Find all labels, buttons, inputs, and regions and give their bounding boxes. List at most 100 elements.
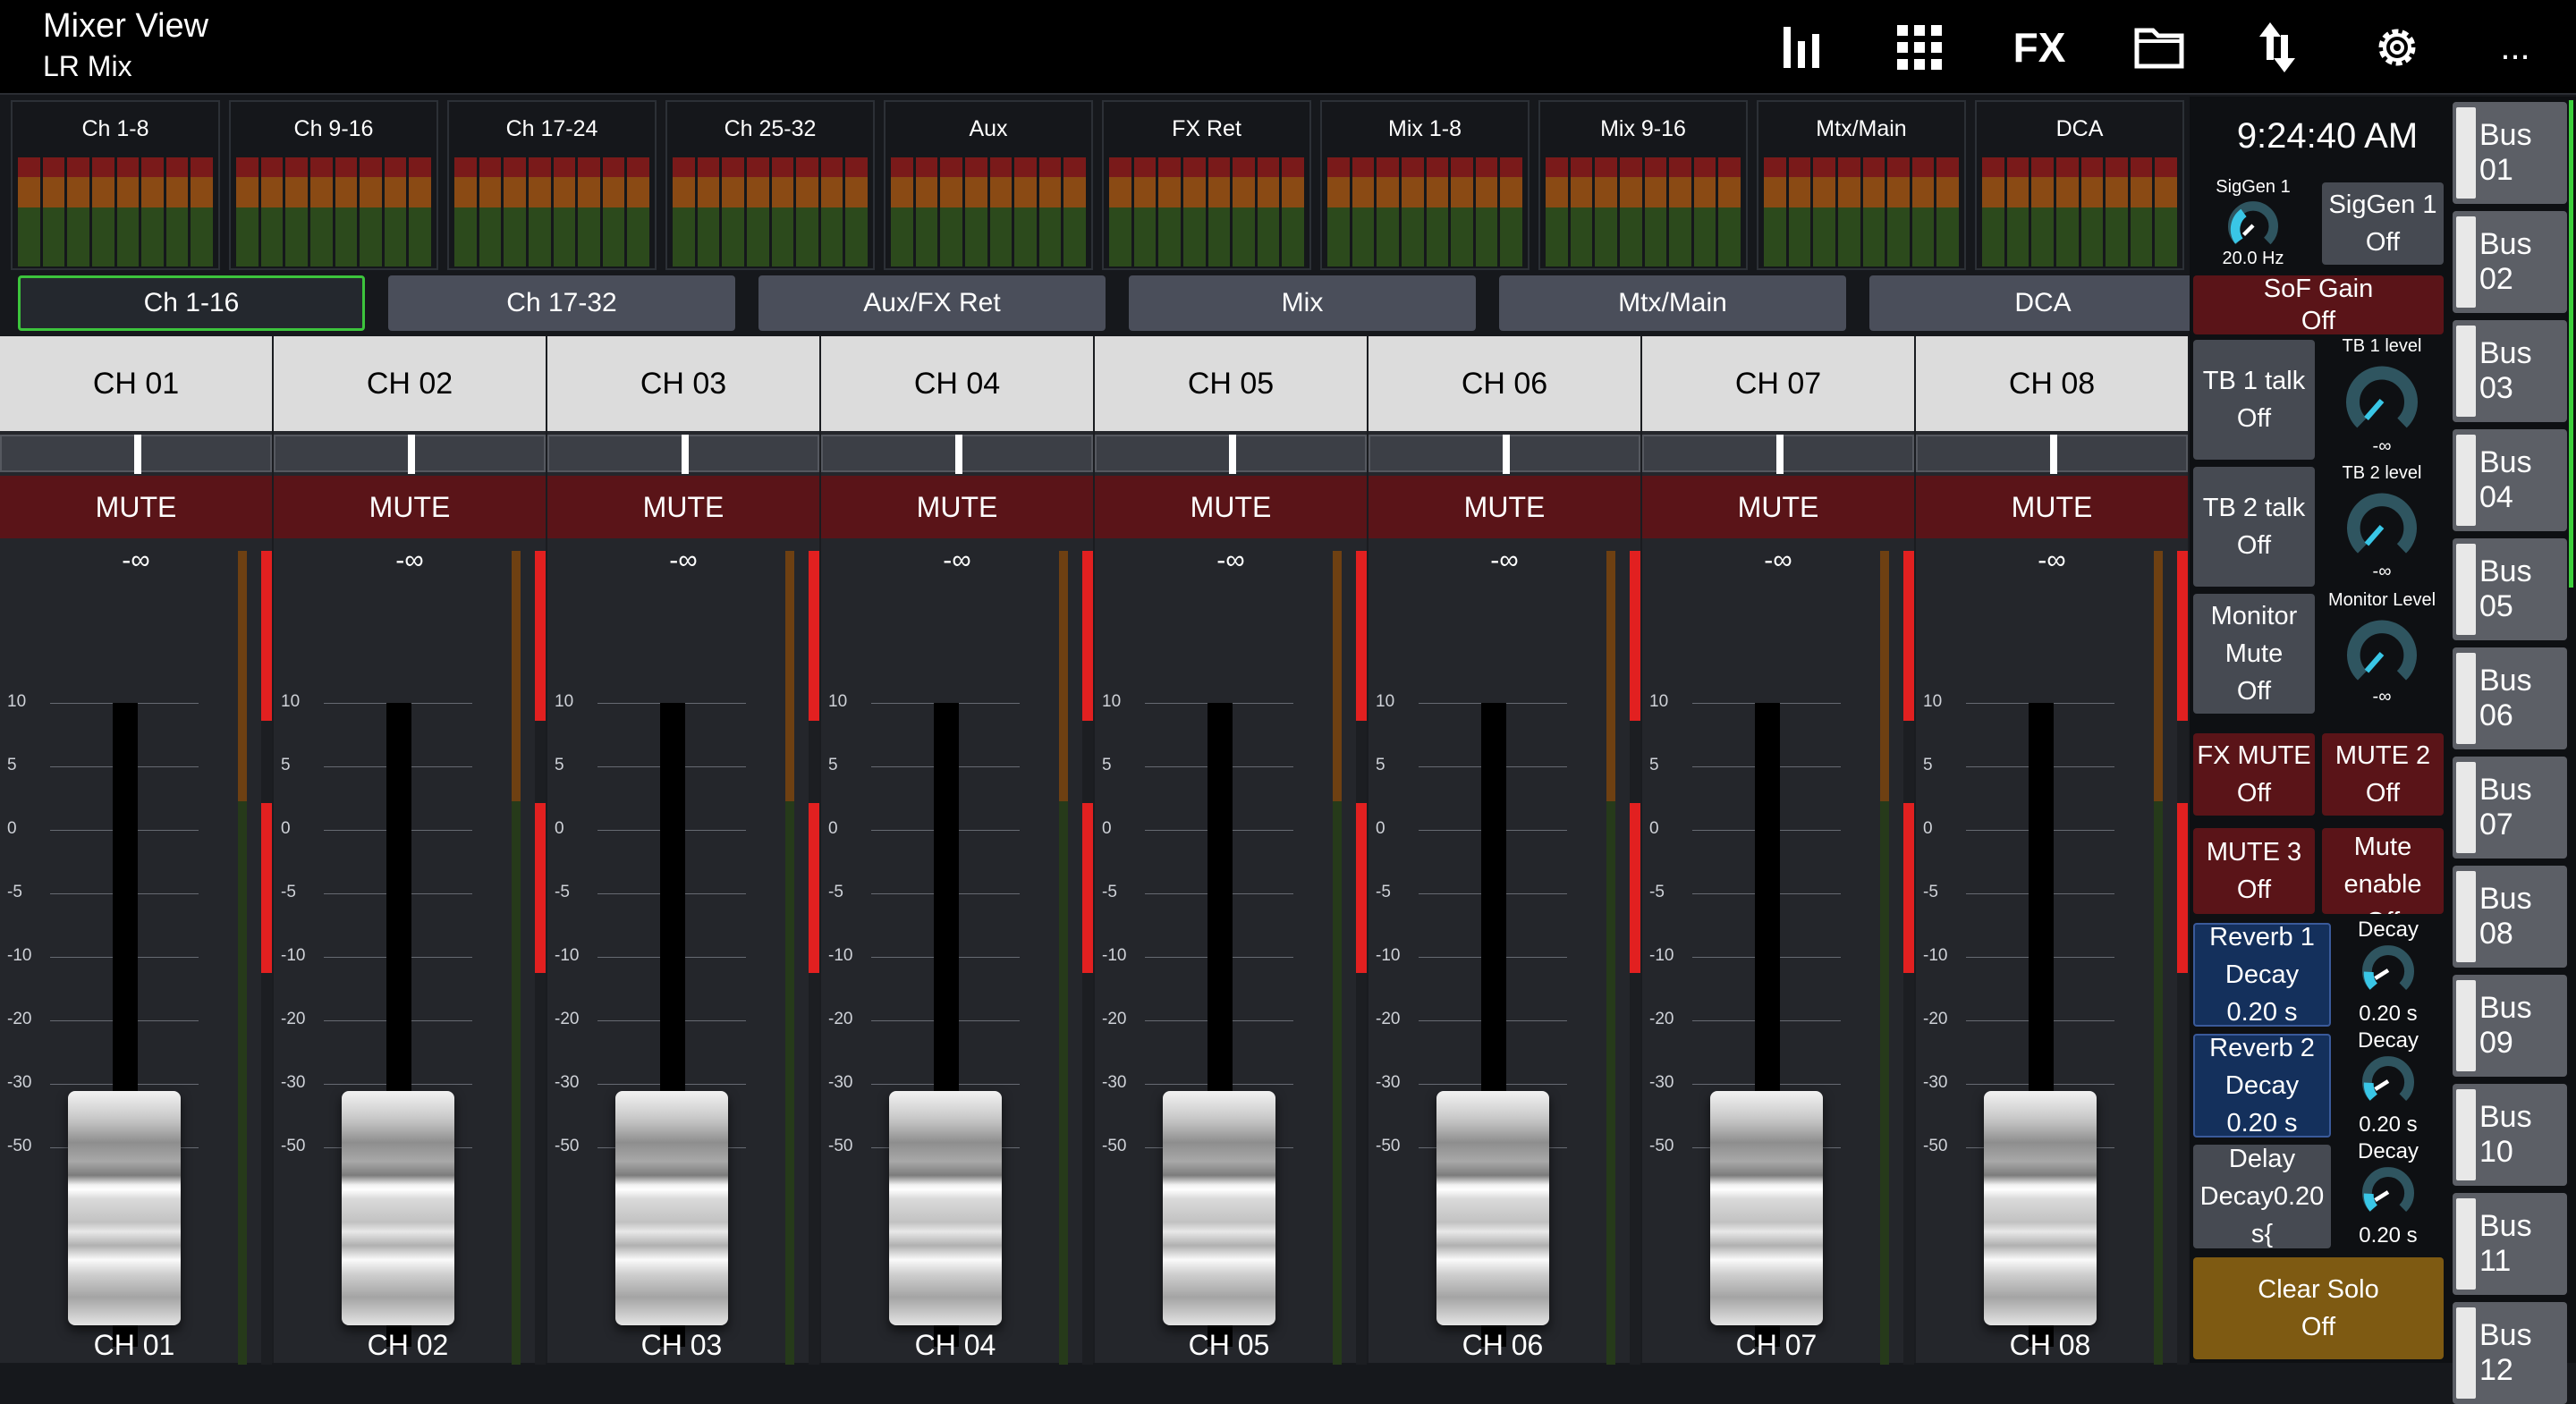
bus-button[interactable]: Bus 10	[2453, 1084, 2567, 1186]
bus-select-swatch	[2456, 107, 2476, 199]
reverb2-button[interactable]: Reverb 2 Decay 0.20 s	[2193, 1034, 2331, 1138]
group-tile-5[interactable]: FX Ret	[1102, 100, 1311, 270]
fader-knob[interactable]	[1436, 1091, 1549, 1325]
mute3-button[interactable]: MUTE 3 Off	[2193, 828, 2315, 914]
delay-button[interactable]: Delay Decay0.20 s{	[2193, 1145, 2331, 1248]
monitor-mute-button[interactable]: Monitor Mute Off	[2193, 594, 2315, 714]
bus-label: Bus 08	[2479, 882, 2532, 951]
channel-footer-label: CH 02	[367, 1329, 449, 1361]
group-meter-bar	[578, 157, 600, 266]
scale-tick: -30	[828, 1073, 853, 1092]
meter-segment	[2154, 551, 2163, 801]
siggen-button[interactable]: SigGen 1 Off	[2322, 182, 2444, 265]
group-tile-0[interactable]: Ch 1-8	[11, 100, 220, 270]
group-meter-bar	[1014, 157, 1037, 266]
peak-segment	[535, 803, 546, 973]
bus-button[interactable]: Bus 04	[2453, 429, 2567, 531]
fader-knob[interactable]	[1710, 1091, 1823, 1325]
group-tile-9[interactable]: DCA	[1975, 100, 2184, 270]
fx-button[interactable]: FX	[2004, 16, 2075, 79]
fader-knob[interactable]	[1163, 1091, 1275, 1325]
tab-0[interactable]: Ch 1-16	[18, 275, 365, 331]
group-tile-4[interactable]: Aux	[884, 100, 1093, 270]
bus-button[interactable]: Bus 05	[2453, 538, 2567, 640]
gear-icon[interactable]	[2361, 16, 2433, 79]
fader-knob[interactable]	[615, 1091, 728, 1325]
fader-knob[interactable]	[889, 1091, 1002, 1325]
clear-solo-button[interactable]: Clear Solo Off	[2193, 1257, 2444, 1359]
group-tile-7[interactable]: Mix 9-16	[1538, 100, 1748, 270]
group-tile-1[interactable]: Ch 9-16	[229, 100, 438, 270]
scale-tick: -50	[1102, 1137, 1127, 1155]
group-meter-bar	[1862, 157, 1885, 266]
mute2-button[interactable]: MUTE 2 Off	[2322, 733, 2444, 816]
mute-enable-button[interactable]: MuteenableOff	[2322, 828, 2444, 914]
group-meter-bar	[1500, 157, 1522, 266]
sof-gain-button[interactable]: SoF Gain Off	[2193, 275, 2444, 334]
scale-tick: 10	[281, 692, 301, 711]
bus-button[interactable]: Bus 07	[2453, 757, 2567, 858]
decay-knob-2-label: Decay	[2357, 1028, 2419, 1053]
bus-button[interactable]: Bus 11	[2453, 1193, 2567, 1295]
group-meter-bar	[236, 157, 258, 266]
folder-icon[interactable]	[2123, 16, 2195, 79]
decay-knob-2[interactable]	[2360, 1055, 2417, 1107]
bus-label: Bus 10	[2479, 1100, 2532, 1169]
group-meter-bar	[820, 157, 843, 266]
fader-knob[interactable]	[68, 1091, 181, 1325]
group-meter-bar	[1936, 157, 1959, 266]
grid-view-icon[interactable]	[1884, 16, 1955, 79]
tab-3[interactable]: Mix	[1129, 275, 1476, 331]
group-meter	[1327, 157, 1522, 266]
decay-knob-1[interactable]	[2360, 944, 2417, 996]
tb1-level-knob[interactable]	[2343, 365, 2420, 436]
bus-button[interactable]: Bus 09	[2453, 975, 2567, 1077]
bus-button[interactable]: Bus 06	[2453, 647, 2567, 749]
monitor-level-value: -∞	[2372, 687, 2392, 706]
tb2-level-knob[interactable]	[2343, 492, 2420, 562]
fader-knob[interactable]	[342, 1091, 454, 1325]
peak-segment	[1082, 803, 1093, 973]
scale-tick: 5	[281, 756, 291, 774]
meter-segment	[1333, 551, 1342, 801]
fx-mute-button[interactable]: FX MUTE Off	[2193, 733, 2315, 816]
group-meter-bar	[2006, 157, 2029, 266]
decay-knob-3[interactable]	[2360, 1166, 2417, 1218]
group-meter-bar	[260, 157, 284, 266]
group-tile-2[interactable]: Ch 17-24	[447, 100, 657, 270]
bus-button[interactable]: Bus 02	[2453, 211, 2567, 313]
tb2-talk-button[interactable]: TB 2 talk Off	[2193, 467, 2315, 587]
bus-scroll-indicator[interactable]	[2569, 100, 2573, 588]
bus-button[interactable]: Bus 12	[2453, 1302, 2567, 1404]
scale-tick: -5	[1102, 883, 1117, 901]
monitor-level-knob[interactable]	[2343, 619, 2420, 689]
group-tile-6[interactable]: Mix 1-8	[1320, 100, 1530, 270]
tab-2[interactable]: Aux/FX Ret	[758, 275, 1106, 331]
group-meter-bar	[384, 157, 407, 266]
group-tile-3[interactable]: Ch 25-32	[665, 100, 875, 270]
scale-tick: -5	[281, 883, 296, 901]
channel-footer-label: CH 06	[1462, 1329, 1544, 1361]
scale-tick: -50	[1923, 1137, 1948, 1155]
peak-segment	[2177, 551, 2188, 721]
transfer-icon[interactable]	[2241, 16, 2313, 79]
bus-button[interactable]: Bus 03	[2453, 320, 2567, 422]
group-tile-label: Aux	[969, 116, 1008, 141]
bus-label: Bus 12	[2479, 1318, 2532, 1387]
siggen-knob[interactable]	[2224, 200, 2282, 250]
scale-tick: -30	[1376, 1073, 1401, 1092]
mixer-view-icon[interactable]	[1767, 16, 1838, 79]
scale-tick: 0	[555, 819, 564, 838]
bus-button[interactable]: Bus 08	[2453, 866, 2567, 968]
tab-5[interactable]: DCA	[1869, 275, 2216, 331]
more-menu-icon[interactable]: ...	[2479, 16, 2551, 79]
tb2-level-label: TB 2 level	[2342, 463, 2422, 483]
tab-4[interactable]: Mtx/Main	[1499, 275, 1846, 331]
tab-1[interactable]: Ch 17-32	[388, 275, 735, 331]
tb1-talk-button[interactable]: TB 1 talk Off	[2193, 340, 2315, 460]
fader-knob[interactable]	[1984, 1091, 2097, 1325]
bus-button[interactable]: Bus 01	[2453, 102, 2567, 204]
group-tile-8[interactable]: Mtx/Main	[1757, 100, 1966, 270]
group-meter-bar	[1233, 157, 1255, 266]
reverb1-button[interactable]: Reverb 1 Decay 0.20 s	[2193, 923, 2331, 1027]
